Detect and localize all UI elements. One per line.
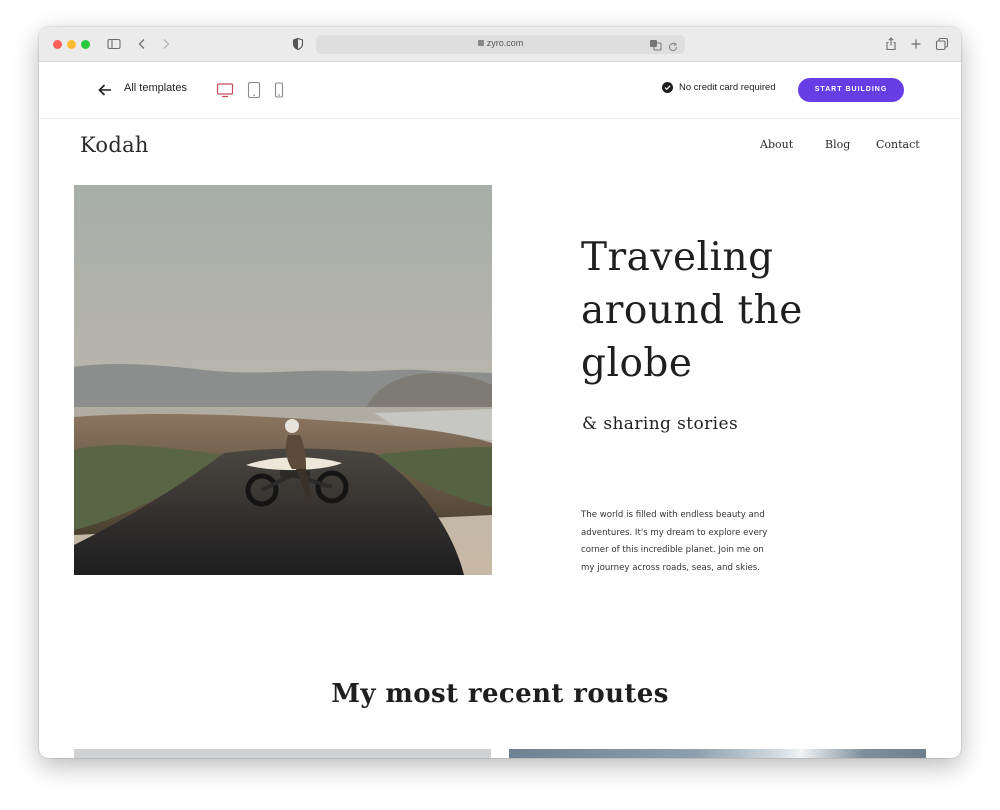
nav-link-contact[interactable]: Contact	[876, 138, 920, 151]
tablet-icon[interactable]	[246, 81, 262, 103]
checkmark-circle-icon	[662, 82, 673, 93]
template-preview-canvas: Kodah About Blog Contact Traveling aroun…	[39, 119, 961, 758]
hero-description: The world is filled with endless beauty …	[581, 507, 791, 577]
back-icon[interactable]	[134, 36, 150, 52]
arrow-left-icon[interactable]	[97, 82, 113, 98]
route-card-image[interactable]	[74, 749, 491, 758]
hero-title-line: around the	[581, 288, 803, 333]
hero-description-line: adventures. It's my dream to explore eve…	[581, 527, 768, 538]
address-bar[interactable]: zyro.com	[316, 35, 685, 54]
hero-description-line: The world is filled with endless beauty …	[581, 510, 765, 520]
route-card-image[interactable]	[509, 749, 926, 758]
reload-icon[interactable]	[667, 38, 679, 57]
browser-toolbar: zyro.com	[39, 27, 961, 62]
translate-icon[interactable]	[649, 37, 663, 56]
minimize-window-button[interactable]	[67, 40, 76, 49]
recent-routes-heading: My most recent routes	[331, 679, 669, 709]
browser-window: zyro.com All templates No credit card re…	[39, 27, 961, 758]
tab-overview-icon[interactable]	[934, 36, 950, 52]
privacy-shield-icon[interactable]	[290, 36, 306, 52]
share-icon[interactable]	[883, 36, 899, 52]
new-tab-icon[interactable]	[908, 36, 924, 52]
hero-title: Traveling around the globe	[581, 231, 911, 390]
sidebar-toggle-icon[interactable]	[106, 36, 122, 52]
close-window-button[interactable]	[53, 40, 62, 49]
hero-description-line: corner of this incredible planet. Join m…	[581, 545, 764, 555]
nav-link-about[interactable]: About	[760, 138, 793, 151]
hero-title-line: globe	[581, 341, 693, 386]
forward-icon[interactable]	[158, 36, 174, 52]
no-credit-card-note: No credit card required	[662, 82, 776, 93]
mobile-icon[interactable]	[273, 81, 285, 103]
desktop-icon[interactable]	[216, 81, 234, 103]
url-text: zyro.com	[486, 38, 524, 48]
hero-photo-motorcycle-rider	[74, 185, 492, 575]
start-building-button[interactable]: START BUILDING	[798, 78, 904, 102]
no-credit-card-text: No credit card required	[679, 82, 776, 93]
nav-link-blog[interactable]: Blog	[825, 138, 850, 151]
hero-title-line: Traveling	[581, 235, 774, 280]
hero-description-line: my journey across roads, seas, and skies…	[581, 562, 760, 573]
lock-icon	[477, 40, 484, 46]
hero-subtitle: & sharing stories	[582, 414, 739, 434]
template-preview-bar: All templates No credit card required ST…	[39, 62, 961, 119]
zoom-window-button[interactable]	[81, 40, 90, 49]
site-logo[interactable]: Kodah	[80, 133, 149, 157]
all-templates-link[interactable]: All templates	[124, 82, 187, 94]
